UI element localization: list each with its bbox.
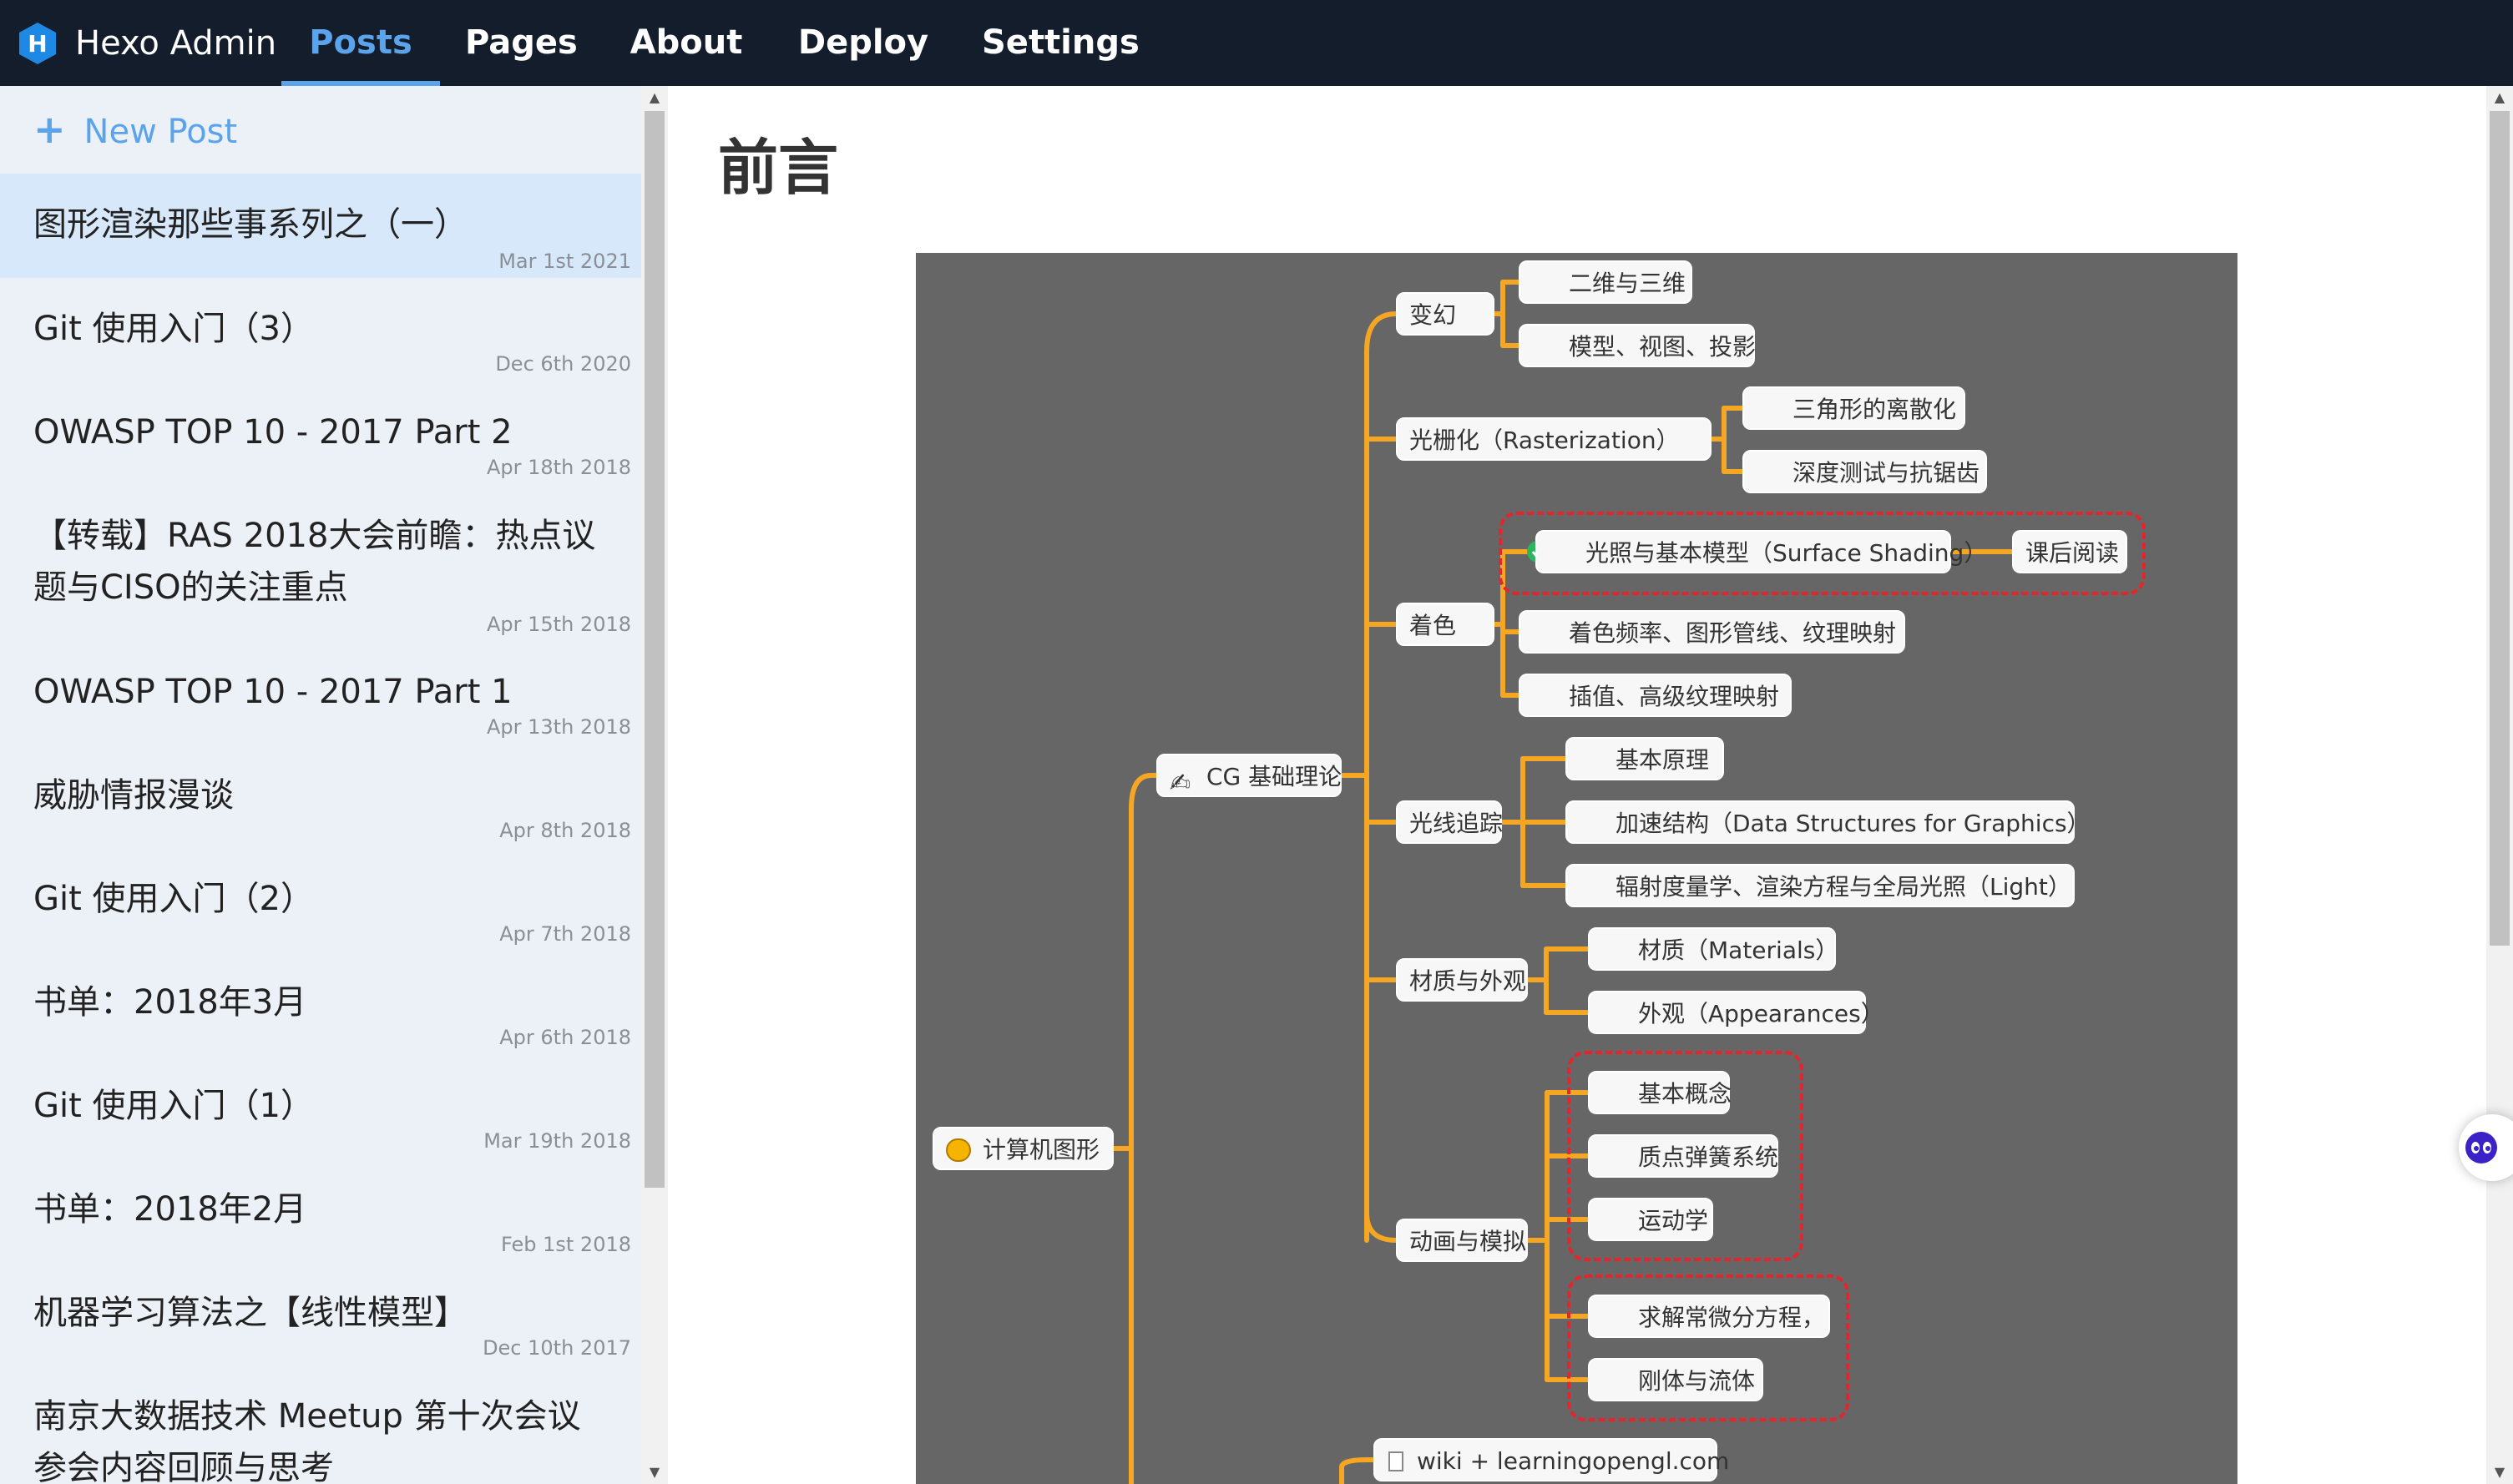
- assistant-button[interactable]: [2459, 1114, 2513, 1181]
- mindmap-node-shading: 着色: [1396, 603, 1494, 646]
- sidebar-scrollbar[interactable]: ▲ ▼: [641, 86, 668, 1484]
- post-date: Apr 13th 2018: [486, 715, 631, 739]
- post-title: 南京大数据技术 Meetup 第十次会议参会内容回顾与思考: [33, 1397, 581, 1484]
- mindmap-leaf: 三角形的离散化: [1742, 386, 1965, 430]
- post-list-item[interactable]: 南京大数据技术 Meetup 第十次会议参会内容回顾与思考: [0, 1365, 641, 1484]
- scroll-up-arrow-icon[interactable]: ▲: [2486, 86, 2513, 109]
- page-heading: 前言: [718, 133, 839, 203]
- mindmap-leaf: 模型、视图、投影: [1519, 324, 1756, 367]
- mindmap-leaf: 二维与三维: [1519, 260, 1692, 304]
- post-date: Apr 7th 2018: [499, 922, 631, 946]
- post-date: Apr 6th 2018: [499, 1026, 631, 1049]
- post-list-item[interactable]: 威胁情报漫谈 Apr 8th 2018: [0, 745, 641, 848]
- mindmap-leaf: 材质（Materials）: [1588, 927, 1838, 971]
- mindmap-leaf: 运动学: [1588, 1198, 1713, 1241]
- mindmap-leaf: 质点弹簧系统: [1588, 1134, 1778, 1178]
- new-post-button[interactable]: + New Post: [33, 104, 237, 157]
- mindmap-leaf: 刚体与流体: [1588, 1358, 1763, 1401]
- mindmap-leaf: 加速结构（Data Structures for Graphics）: [1565, 800, 2091, 844]
- post-title: Git 使用入门（2）: [33, 880, 314, 918]
- mindmap-image: 计算机图形 ✍ CG 基础理论 变幻 二维与三维 模型、视图、投影 光栅化（Ra…: [916, 253, 2237, 1484]
- mindmap-leaf: 课后阅读: [2012, 530, 2127, 573]
- post-date: Apr 18th 2018: [486, 456, 631, 479]
- palette-icon: [946, 1138, 971, 1162]
- hexo-logo-icon[interactable]: H: [18, 22, 57, 65]
- content-scrollbar[interactable]: ▲ ▼: [2486, 86, 2513, 1484]
- post-date: Mar 19th 2018: [483, 1129, 631, 1153]
- post-title: 图形渲染那些事系列之（一）: [33, 205, 468, 244]
- mindmap-leaf: 基本原理: [1565, 737, 1724, 780]
- scroll-down-arrow-icon[interactable]: ▼: [641, 1461, 668, 1484]
- post-date: Apr 8th 2018: [499, 819, 631, 842]
- mindmap-leaf: 求解常微分方程，: [1588, 1295, 1830, 1338]
- post-date: Dec 6th 2020: [495, 352, 631, 376]
- post-list-item[interactable]: Git 使用入门（1） Mar 19th 2018: [0, 1055, 641, 1158]
- post-list-item[interactable]: OWASP TOP 10 - 2017 Part 2 Apr 18th 2018: [0, 381, 641, 485]
- mindmap-leaf: 深度测试与抗锯齿: [1742, 450, 1987, 493]
- post-title: OWASP TOP 10 - 2017 Part 2: [33, 413, 513, 452]
- app-brand[interactable]: Hexo Admin: [75, 23, 276, 63]
- post-title: Git 使用入门（1）: [33, 1087, 314, 1125]
- post-list-item[interactable]: 书单：2018年2月 Feb 1st 2018: [0, 1158, 641, 1262]
- mindmap-leaf: 辐射度量学、渲染方程与全局光照（Light）: [1565, 864, 2075, 907]
- new-post-label: New Post: [83, 113, 238, 151]
- post-list-item[interactable]: 机器学习算法之【线性模型】 Dec 10th 2017: [0, 1262, 641, 1365]
- post-date: Mar 1st 2021: [498, 250, 631, 273]
- nav-pages[interactable]: Pages: [465, 0, 578, 86]
- post-date: Feb 1st 2018: [500, 1233, 631, 1256]
- post-title: OWASP TOP 10 - 2017 Part 1: [33, 673, 513, 711]
- plus-icon: +: [33, 107, 66, 152]
- nav-settings[interactable]: Settings: [982, 0, 1140, 86]
- mindmap-node-transform: 变幻: [1396, 292, 1494, 336]
- sidebar-scrollbar-thumb[interactable]: [645, 111, 665, 1188]
- post-list-item[interactable]: Git 使用入门（3） Dec 6th 2020: [0, 278, 641, 381]
- writing-hand-icon: ✍: [1170, 769, 1191, 798]
- post-list-item[interactable]: 【转载】RAS 2018大会前瞻：热点议题与CISO的关注重点 Apr 15th…: [0, 485, 641, 641]
- post-list-item[interactable]: 图形渲染那些事系列之（一） Mar 1st 2021: [0, 174, 641, 278]
- mindmap-root-node: 计算机图形: [933, 1127, 1114, 1170]
- document-icon: [1388, 1451, 1403, 1471]
- post-list-item[interactable]: Git 使用入门（2） Apr 7th 2018: [0, 848, 641, 951]
- post-list-sidebar: + New Post 图形渲染那些事系列之（一） Mar 1st 2021 Git…: [0, 86, 641, 1484]
- post-title: 书单：2018年2月: [33, 1190, 307, 1229]
- nav-about[interactable]: About: [628, 0, 745, 86]
- mindmap-leaf: 插值、高级纹理映射: [1519, 674, 1792, 717]
- post-preview: 前言 计算机图形 ✍ CG 基础理论 变幻 二维与三维 模型、视图、投影 光栅化…: [668, 86, 2486, 1484]
- scroll-down-arrow-icon[interactable]: ▼: [2486, 1461, 2513, 1484]
- mindmap-node-animation: 动画与模拟: [1396, 1219, 1528, 1262]
- top-navbar: H Hexo Admin Posts Pages About Deploy Se…: [0, 0, 2513, 86]
- mindmap-leaf: 光照与基本模型（Surface Shading）: [1535, 530, 1987, 573]
- mindmap-leaf: 着色频率、图形管线、纹理映射: [1519, 610, 1905, 654]
- post-date: Dec 10th 2017: [483, 1336, 631, 1360]
- post-title: 【转载】RAS 2018大会前瞻：热点议题与CISO的关注重点: [33, 517, 596, 607]
- mindmap-node-raytrace: 光线追踪: [1396, 800, 1503, 844]
- post-title: Git 使用入门（3）: [33, 310, 314, 348]
- post-title: 书单：2018年3月: [33, 983, 307, 1022]
- mindmap-node-raster: 光栅化（Rasterization）: [1396, 417, 1712, 461]
- post-date: Apr 15th 2018: [486, 613, 631, 636]
- content-scrollbar-thumb[interactable]: [2490, 111, 2510, 946]
- mindmap-leaf: 外观（Appearances）: [1588, 991, 1884, 1034]
- post-title: 威胁情报漫谈: [33, 776, 234, 815]
- mindmap-leaf: 基本概念: [1588, 1071, 1732, 1114]
- scroll-up-arrow-icon[interactable]: ▲: [641, 86, 668, 109]
- post-title: 机器学习算法之【线性模型】: [33, 1294, 468, 1332]
- mindmap-wiki-node: wiki + learningopengl.com: [1373, 1438, 1729, 1481]
- nav-deploy[interactable]: Deploy: [796, 0, 930, 86]
- assistant-bot-icon: [2465, 1132, 2497, 1163]
- post-list-item[interactable]: OWASP TOP 10 - 2017 Part 1 Apr 13th 2018: [0, 641, 641, 745]
- post-list-item[interactable]: 书单：2018年3月 Apr 6th 2018: [0, 951, 641, 1055]
- nav-posts[interactable]: Posts: [281, 0, 440, 86]
- svg-text:H: H: [28, 30, 47, 58]
- mindmap-cg-node: ✍ CG 基础理论: [1156, 754, 1342, 798]
- mindmap-node-material: 材质与外观: [1396, 958, 1528, 1002]
